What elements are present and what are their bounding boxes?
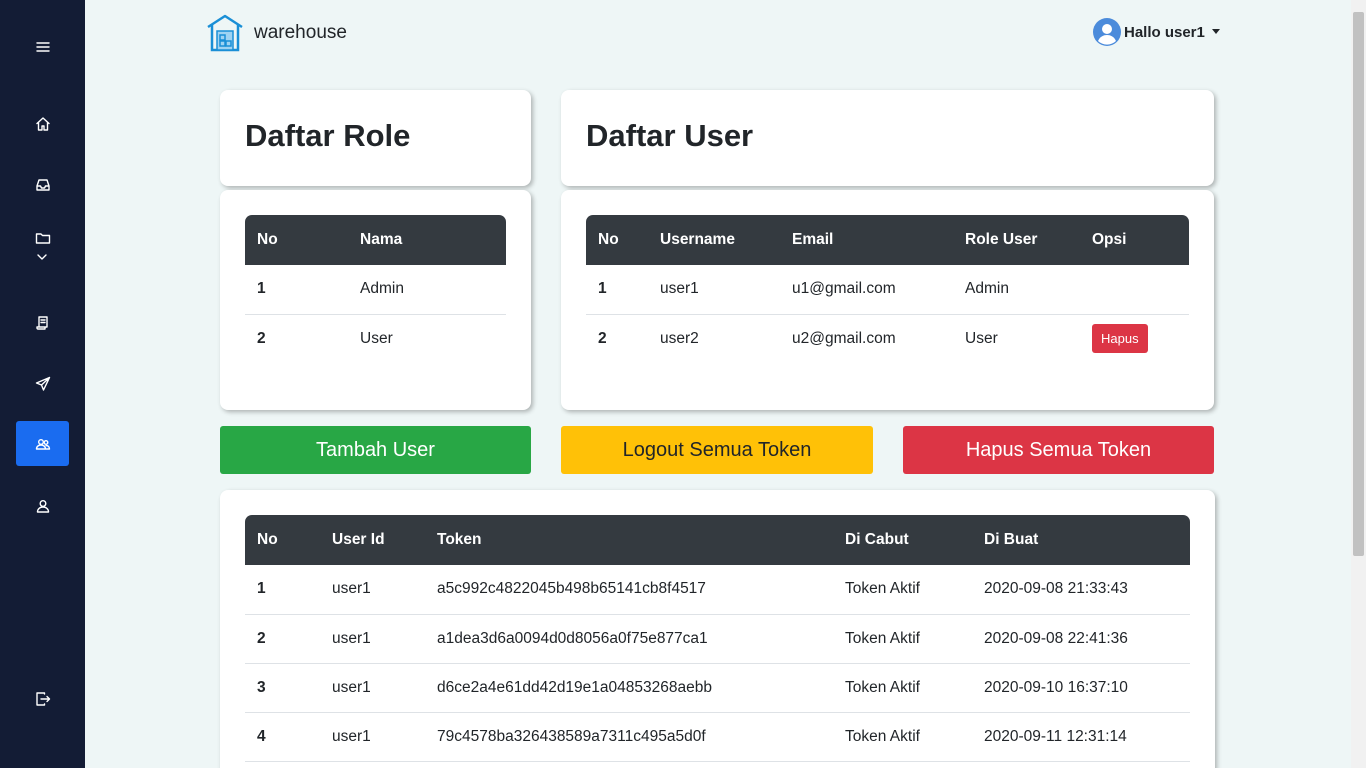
email-cell: u1@gmail.com [780, 265, 953, 315]
token-cell: a1dea3d6a0094d0d8056a0f75e877ca1 [425, 614, 833, 664]
token-cell: 79c4578ba326438589a7311c495a5d0f [425, 712, 833, 762]
row-number: 1 [245, 265, 348, 315]
brand-name: warehouse [254, 22, 347, 43]
sidebar [0, 0, 85, 768]
revoked-cell: Token Aktif [833, 565, 972, 615]
folder-icon [35, 232, 50, 244]
logout-icon [35, 691, 50, 706]
table-row: 1 user1 u1@gmail.com Admin [586, 265, 1189, 315]
options-cell: Hapus [1080, 314, 1189, 363]
column-header: Role User [953, 215, 1080, 265]
sidebar-item-users[interactable] [16, 421, 69, 466]
token-table-card: No User Id Token Di Cabut Di Buat 1 user… [220, 490, 1215, 768]
user-card-title: Daftar User [586, 118, 754, 153]
scrollbar-thumb[interactable] [1353, 12, 1364, 556]
chevron-down-icon [37, 254, 47, 260]
column-header: No [245, 215, 348, 265]
user-table-card: No Username Email Role User Opsi 1 user1… [561, 190, 1214, 410]
user-id-cell: user1 [320, 565, 425, 615]
created-cell: 2020-09-10 16:37:10 [972, 663, 1190, 713]
username-cell: user2 [660, 329, 699, 347]
delete-all-tokens-button[interactable]: Hapus Semua Token [903, 426, 1214, 474]
avatar [1093, 18, 1121, 46]
role-table-card: No Nama 1 Admin 2 User [220, 190, 531, 410]
table-row: 1 user1 a5c992c4822045b498b65141cb8f4517… [245, 565, 1190, 615]
created-cell: 2020-09-11 12:31:14 [972, 712, 1190, 762]
user-id-cell: user1 [320, 712, 425, 762]
sidebar-item-send[interactable] [16, 361, 69, 406]
token-cell: d6ce2a4e61dd42d19e1a04853268aebb [425, 663, 833, 713]
table-row: 4 user1 79c4578ba326438589a7311c495a5d0f… [245, 712, 1190, 762]
table-row: 1 Admin [245, 265, 506, 315]
sidebar-item-folder[interactable] [16, 223, 69, 268]
page-scrollbar[interactable] [1351, 0, 1366, 768]
users-icon [35, 438, 50, 450]
column-header: Di Cabut [833, 515, 972, 565]
row-number: 1 [245, 565, 320, 615]
token-cell: a5c992c4822045b498b65141cb8f4517 [425, 565, 833, 615]
username-cell: user1 [648, 265, 780, 315]
inbox-icon [35, 178, 50, 191]
home-icon [35, 116, 50, 131]
table-row: 2 User [245, 314, 506, 363]
column-header: Email [780, 215, 953, 265]
column-header: Di Buat [972, 515, 1190, 565]
table-row: 2 user1 a1dea3d6a0094d0d8056a0f75e877ca1… [245, 614, 1190, 664]
role-cell: User [965, 329, 998, 347]
role-title-card: Daftar Role [220, 90, 531, 186]
warehouse-logo-icon [207, 14, 243, 52]
receipt-icon [35, 315, 48, 330]
sidebar-item-logout[interactable] [16, 676, 69, 721]
email-cell: u2@gmail.com [792, 329, 896, 347]
row-number: 2 [257, 329, 266, 347]
menu-icon [35, 41, 50, 52]
role-card-title: Daftar Role [245, 118, 411, 153]
row-number: 4 [245, 712, 320, 762]
user-greeting: Hallo user1 [1124, 23, 1205, 41]
brand[interactable]: warehouse [206, 14, 347, 52]
menu-toggle-button[interactable] [16, 24, 69, 69]
add-user-button[interactable]: Tambah User [220, 426, 531, 474]
created-cell: 2020-09-08 21:33:43 [972, 565, 1190, 615]
role-name: Admin [348, 265, 506, 315]
token-table: No User Id Token Di Cabut Di Buat 1 user… [245, 515, 1190, 762]
row-number: 2 [598, 329, 607, 347]
column-header: No [586, 215, 648, 265]
user-title-card: Daftar User [561, 90, 1214, 186]
row-number: 3 [245, 663, 320, 713]
column-header: Username [648, 215, 780, 265]
created-cell: 2020-09-08 22:41:36 [972, 614, 1190, 664]
logout-all-tokens-button[interactable]: Logout Semua Token [561, 426, 873, 474]
table-row: 3 user1 d6ce2a4e61dd42d19e1a04853268aebb… [245, 663, 1190, 713]
column-header: User Id [320, 515, 425, 565]
user-id-cell: user1 [320, 614, 425, 664]
sidebar-item-profile[interactable] [16, 483, 69, 528]
user-icon [36, 499, 49, 513]
send-icon [35, 376, 50, 391]
column-header: Token [425, 515, 833, 565]
table-row: 2 user2 u2@gmail.com User Hapus [586, 314, 1189, 363]
sidebar-item-home[interactable] [16, 101, 69, 146]
options-cell [1080, 265, 1189, 315]
row-number: 1 [586, 265, 648, 315]
column-header: Nama [348, 215, 506, 265]
role-name: User [360, 329, 393, 347]
revoked-cell: Token Aktif [833, 614, 972, 664]
caret-down-icon [1211, 28, 1220, 34]
user-id-cell: user1 [320, 663, 425, 713]
column-header: Opsi [1080, 215, 1189, 265]
sidebar-item-receipt[interactable] [16, 300, 69, 345]
column-header: No [245, 515, 320, 565]
revoked-cell: Token Aktif [833, 663, 972, 713]
user-menu-dropdown[interactable]: Hallo user1 [1093, 18, 1220, 46]
role-table: No Nama 1 Admin 2 User [245, 215, 506, 363]
row-number: 2 [245, 614, 320, 664]
revoked-cell: Token Aktif [833, 712, 972, 762]
user-table: No Username Email Role User Opsi 1 user1… [586, 215, 1189, 363]
role-cell: Admin [953, 265, 1080, 315]
sidebar-item-inbox[interactable] [16, 162, 69, 207]
delete-user-button[interactable]: Hapus [1092, 324, 1148, 354]
